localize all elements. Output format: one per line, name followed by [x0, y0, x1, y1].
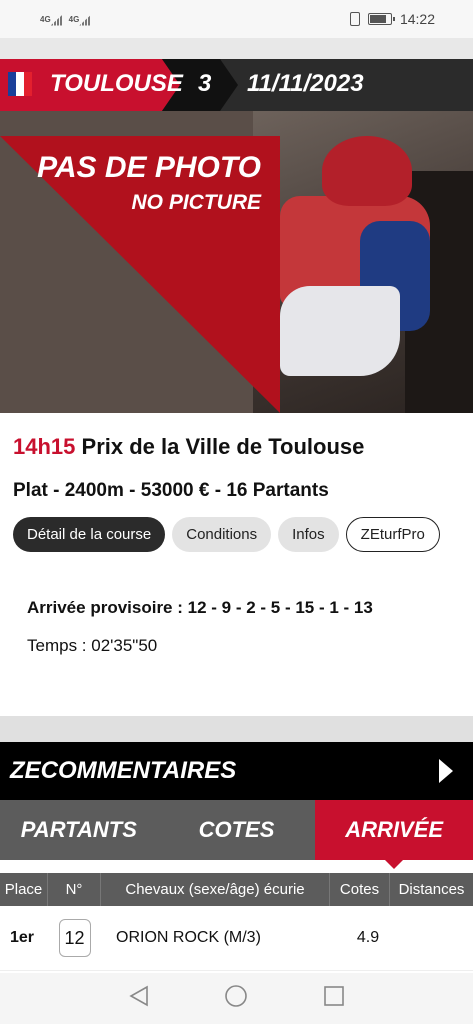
table-row[interactable]: 1er 12 ORION ROCK (M/3) 4.9 [0, 906, 473, 971]
vibrate-icon [349, 12, 360, 26]
top-spacer [0, 38, 473, 59]
home-icon[interactable] [224, 984, 248, 1013]
no-photo-label: PAS DE PHOTO [37, 151, 261, 184]
results-tabs: PARTANTS COTES ARRIVÉE [0, 800, 473, 869]
battery-icon [367, 13, 395, 25]
row-number: 12 [58, 919, 91, 957]
zecommentaires-bar[interactable]: ZECOMMENTAIRES [0, 742, 473, 800]
conditions-button[interactable]: Conditions [172, 517, 272, 552]
signal-icon: 4G [40, 15, 61, 24]
tab-partants[interactable]: PARTANTS [0, 800, 158, 860]
signal-icon: 4G [69, 15, 90, 24]
race-time: 14h15 [13, 434, 76, 459]
venue-name: TOULOUSE [50, 70, 183, 97]
section-divider [0, 716, 473, 742]
system-nav-bar [0, 973, 473, 1024]
row-place: 1er [10, 929, 35, 946]
no-picture-label: NO PICTURE [131, 191, 261, 214]
signal-indicators: 4G 4G [40, 15, 89, 24]
race-date: 11/11/2023 [247, 70, 364, 97]
col-odds: Cotes [330, 873, 390, 906]
race-info-tabs: Détail de la course Conditions Infos ZEt… [13, 517, 440, 552]
status-bar: 4G 4G 14:22 [0, 0, 473, 38]
infos-button[interactable]: Infos [278, 517, 339, 552]
tab-cotes[interactable]: COTES [158, 800, 316, 860]
clock: 14:22 [399, 11, 435, 27]
back-icon[interactable] [128, 985, 149, 1012]
france-flag-icon [8, 72, 32, 96]
col-horse: Chevaux (sexe/âge) écurie [101, 873, 330, 906]
detail-course-button[interactable]: Détail de la course [13, 517, 166, 552]
race-number: 3 [198, 70, 212, 97]
row-horse: ORION ROCK (M/3) [116, 929, 261, 946]
col-distances: Distances [398, 881, 465, 898]
chevron-right-icon [439, 759, 453, 783]
recents-icon[interactable] [323, 985, 345, 1012]
race-photo-placeholder: PAS DE PHOTO NO PICTURE [0, 111, 473, 413]
race-name: Prix de la Ville de Toulouse [81, 434, 365, 459]
zecommentaires-label: ZECOMMENTAIRES [10, 757, 237, 784]
col-number: N° [48, 873, 101, 906]
arrival-result: Arrivée provisoire : 12 - 9 - 2 - 5 - 15… [27, 598, 373, 617]
results-table-header: Place N° Chevaux (sexe/âge) écurie Cotes… [0, 873, 473, 906]
race-time-result: Temps : 02'35"50 [27, 636, 158, 655]
race-header: TOULOUSE 3 11/11/2023 [0, 59, 473, 111]
race-details: Plat - 2400m - 53000 € - 16 Partants [13, 480, 329, 501]
tab-arrivee[interactable]: ARRIVÉE [315, 800, 473, 869]
zeturfpro-button[interactable]: ZEturfPro [345, 517, 440, 552]
row-odds: 4.9 [356, 929, 380, 946]
race-title: 14h15 Prix de la Ville de Toulouse [13, 434, 364, 460]
col-place: Place [0, 873, 48, 906]
